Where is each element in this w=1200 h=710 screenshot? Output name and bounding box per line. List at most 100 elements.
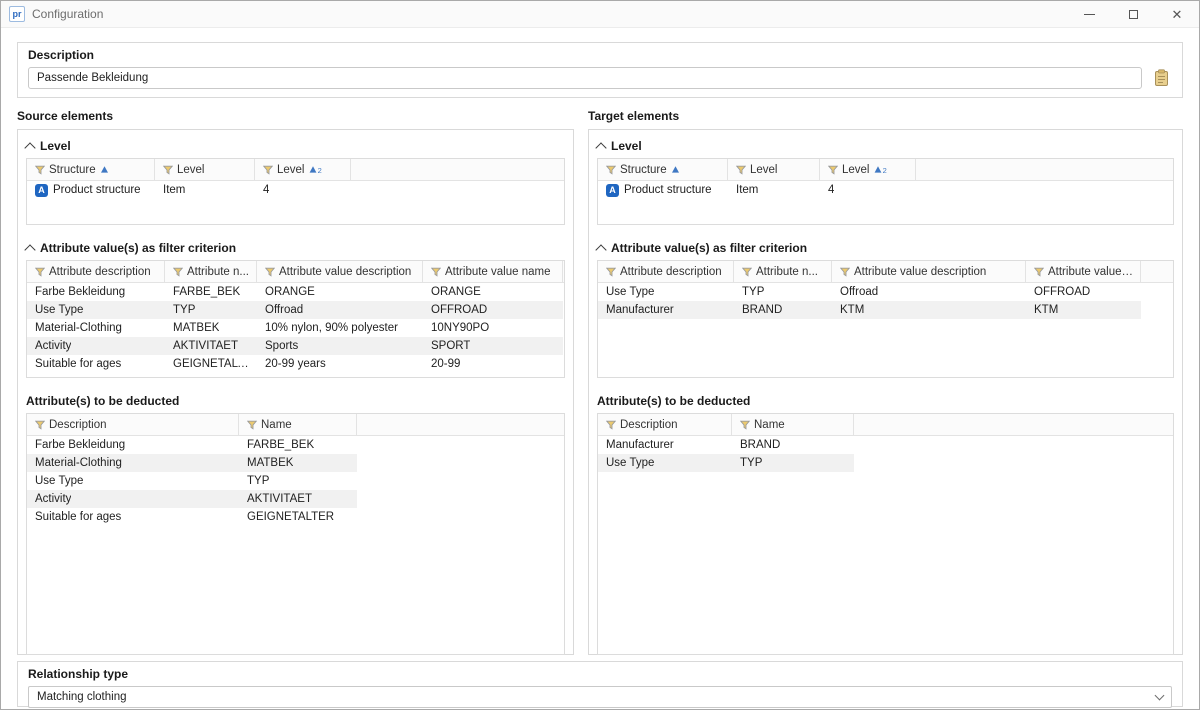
table-row[interactable]: ManufacturerBRAND <box>598 436 854 454</box>
table-row[interactable]: Use TypeTYPOffroadOFFROAD <box>598 283 1141 301</box>
table-header: Attribute descriptionAttribute n...Attri… <box>27 261 564 283</box>
close-button[interactable]: ✕ <box>1155 1 1199 27</box>
filter-icon[interactable] <box>742 267 752 277</box>
paste-button[interactable] <box>1150 67 1172 89</box>
filter-icon[interactable] <box>173 267 183 277</box>
table-cell: MATBEK <box>239 457 357 469</box>
column-header[interactable]: Level2 <box>820 159 916 180</box>
table-cell: Suitable for ages <box>27 511 239 523</box>
target-filter-section: Attribute value(s) as filter criterion A… <box>597 238 1174 378</box>
source-filter-table: Attribute descriptionAttribute n...Attri… <box>26 260 565 378</box>
table-cell: Farbe Bekleidung <box>27 286 165 298</box>
column-header[interactable]: Attribute n... <box>165 261 257 282</box>
column-header[interactable]: Attribute value n... <box>1026 261 1141 282</box>
column-header[interactable]: Attribute n... <box>734 261 832 282</box>
svg-text:2: 2 <box>882 166 886 174</box>
column-header[interactable]: Attribute description <box>598 261 734 282</box>
table-row[interactable]: Use TypeTYP <box>598 454 854 472</box>
target-filter-header[interactable]: Attribute value(s) as filter criterion <box>597 238 1174 258</box>
filter-icon[interactable] <box>606 267 616 277</box>
filter-icon[interactable] <box>606 420 616 430</box>
table-row[interactable]: ManufacturerBRANDKTMKTM <box>598 301 1141 319</box>
table-cell: 4 <box>820 184 916 196</box>
filter-icon[interactable] <box>247 420 257 430</box>
target-level-section: Level StructureLevelLevel2AProduct struc… <box>597 136 1174 225</box>
target-panel: Level StructureLevelLevel2AProduct struc… <box>588 129 1183 655</box>
table-header: Attribute descriptionAttribute n...Attri… <box>598 261 1173 283</box>
source-deducted-table: DescriptionNameFarbe BekleidungFARBE_BEK… <box>26 413 565 655</box>
sort-asc-icon <box>671 165 680 174</box>
table-row[interactable]: Suitable for agesGEIGNETALTER20-99 years… <box>27 355 563 373</box>
filter-icon[interactable] <box>840 267 850 277</box>
table-cell: ORANGE <box>257 286 423 298</box>
column-header[interactable]: Structure <box>27 159 155 180</box>
column-header[interactable]: Level <box>728 159 820 180</box>
table-row[interactable]: Suitable for agesGEIGNETALTER <box>27 508 357 526</box>
minimize-icon <box>1084 14 1095 15</box>
column-header[interactable]: Attribute value description <box>832 261 1026 282</box>
table-cell: Offroad <box>832 286 1026 298</box>
column-header[interactable]: Name <box>732 414 854 435</box>
table-cell: ORANGE <box>423 286 563 298</box>
filter-icon[interactable] <box>35 165 45 175</box>
target-level-header[interactable]: Level <box>597 136 1174 156</box>
column-header[interactable]: Attribute value description <box>257 261 423 282</box>
column-header[interactable]: Description <box>598 414 732 435</box>
source-column: Source elements Level StructureLevelLeve… <box>17 108 574 655</box>
table-row[interactable]: Use TypeTYP <box>27 472 357 490</box>
filter-icon[interactable] <box>163 165 173 175</box>
target-elements-title: Target elements <box>588 108 1183 124</box>
filter-icon[interactable] <box>35 267 45 277</box>
filter-icon[interactable] <box>263 165 273 175</box>
source-deducted-header[interactable]: Attribute(s) to be deducted <box>26 391 565 411</box>
dialog-content: Description Source elements <box>1 28 1199 707</box>
table-cell: 20-99 years <box>257 358 423 370</box>
relationship-select[interactable]: Matching clothing <box>28 686 1172 708</box>
table-row[interactable]: Material-ClothingMATBEK <box>27 454 357 472</box>
table-cell: TYP <box>239 475 357 487</box>
table-cell: MATBEK <box>165 322 257 334</box>
table-row[interactable]: ActivityAKTIVITAETSportsSPORT <box>27 337 563 355</box>
section-title: Attribute(s) to be deducted <box>597 394 750 408</box>
filter-icon[interactable] <box>265 267 275 277</box>
filter-icon[interactable] <box>606 165 616 175</box>
table-cell: Use Type <box>598 457 732 469</box>
table-row[interactable]: ActivityAKTIVITAET <box>27 490 357 508</box>
column-header[interactable]: Level2 <box>255 159 351 180</box>
column-header[interactable]: Attribute value name <box>423 261 563 282</box>
source-level-table: StructureLevelLevel2AProduct structureIt… <box>26 158 565 225</box>
table-row[interactable]: Farbe BekleidungFARBE_BEK <box>27 436 357 454</box>
filter-icon[interactable] <box>431 267 441 277</box>
column-header[interactable]: Name <box>239 414 357 435</box>
maximize-icon <box>1129 10 1138 19</box>
table-row[interactable]: AProduct structureItem4 <box>598 181 916 199</box>
column-header[interactable]: Attribute description <box>27 261 165 282</box>
minimize-button[interactable] <box>1067 1 1111 27</box>
table-cell: GEIGNETALTER <box>165 358 257 370</box>
filter-icon[interactable] <box>828 165 838 175</box>
section-title: Attribute value(s) as filter criterion <box>40 241 236 255</box>
source-elements-title: Source elements <box>17 108 574 124</box>
filter-icon[interactable] <box>35 420 45 430</box>
table-row[interactable]: Farbe BekleidungFARBE_BEKORANGEORANGE <box>27 283 563 301</box>
source-filter-header[interactable]: Attribute value(s) as filter criterion <box>26 238 565 258</box>
column-header[interactable]: Level <box>155 159 255 180</box>
collapse-icon <box>24 244 35 255</box>
column-header[interactable]: Description <box>27 414 239 435</box>
source-level-header[interactable]: Level <box>26 136 565 156</box>
table-row[interactable]: Use TypeTYPOffroadOFFROAD <box>27 301 563 319</box>
filter-icon[interactable] <box>736 165 746 175</box>
table-row[interactable]: AProduct structureItem4 <box>27 181 351 199</box>
filter-icon[interactable] <box>1034 267 1044 277</box>
target-deducted-section: Attribute(s) to be deducted DescriptionN… <box>597 391 1174 655</box>
maximize-button[interactable] <box>1111 1 1155 27</box>
target-deducted-header[interactable]: Attribute(s) to be deducted <box>597 391 1174 411</box>
description-input[interactable] <box>28 67 1142 89</box>
table-row[interactable]: Material-ClothingMATBEK10% nylon, 90% po… <box>27 319 563 337</box>
table-cell: KTM <box>1026 304 1141 316</box>
table-cell: Use Type <box>27 475 239 487</box>
column-header[interactable]: Structure <box>598 159 728 180</box>
relationship-group: Relationship type Matching clothing <box>17 661 1183 707</box>
filter-icon[interactable] <box>740 420 750 430</box>
table-cell: BRAND <box>734 304 832 316</box>
